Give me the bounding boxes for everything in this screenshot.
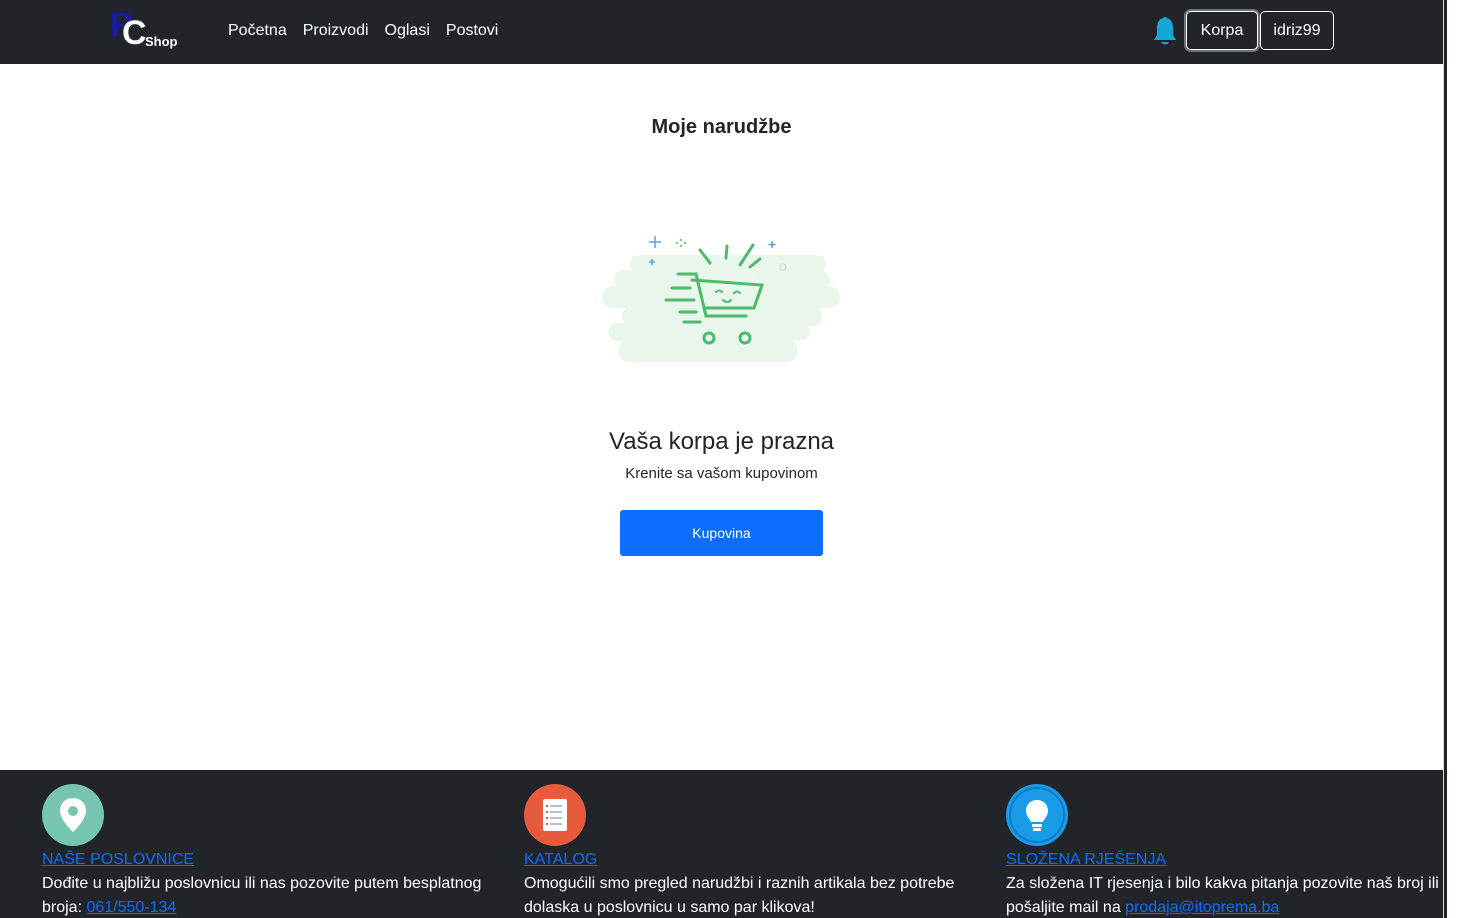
logo-letter-c: C (122, 14, 147, 52)
scrollbar-thumb[interactable] (1444, 0, 1447, 918)
footer-text-solutions: Za složena IT rjesenja i bilo kakva pita… (1006, 872, 1446, 918)
logo-shop-text: Shop (145, 34, 178, 49)
footer-heading-solutions[interactable]: SLOŽENA RJEŠENJA (1006, 850, 1446, 870)
sales-email-link[interactable]: prodaja@itoprema.ba (1125, 899, 1279, 916)
pc-shop-logo[interactable]: P C Shop (110, 6, 182, 52)
nav-link-postovi[interactable]: Postovi (446, 21, 498, 41)
nav-link-oglasi[interactable]: Oglasi (385, 21, 430, 41)
empty-cart-illustration (600, 228, 844, 370)
free-phone-link[interactable]: 061/550-134 (86, 899, 176, 916)
footer-text-stores: Dođite u najbližu poslovnicu ili nas poz… (42, 872, 482, 918)
footer-column-catalog: KATALOG Omogućili smo pregled narudžbi i… (524, 784, 964, 918)
empty-cart-title: Vaša korpa je prazna (608, 428, 835, 455)
shop-button[interactable]: Kupovina (620, 510, 823, 556)
lightbulb-icon (1006, 784, 1068, 846)
footer-column-stores: NAŠE POSLOVNICE Dođite u najbližu poslov… (42, 784, 482, 918)
main-nav: Početna Proizvodi Oglasi Postovi (228, 21, 498, 41)
top-navbar: P C Shop Početna Proizvodi Oglasi Postov… (0, 0, 1443, 64)
site-footer: NAŠE POSLOVNICE Dođite u najbližu poslov… (0, 770, 1443, 918)
nav-link-pocetna[interactable]: Početna (228, 21, 287, 41)
nav-link-proizvodi[interactable]: Proizvodi (303, 21, 369, 41)
footer-column-solutions: SLOŽENA RJEŠENJA Za složena IT rjesenja … (1006, 784, 1446, 918)
document-list-icon (524, 784, 586, 846)
empty-cart-subtitle: Krenite sa vašom kupovinom (625, 465, 818, 482)
footer-text-catalog: Omogućili smo pregled narudžbi i raznih … (524, 875, 955, 916)
user-menu-button[interactable]: idriz99 (1260, 11, 1334, 50)
bell-icon[interactable] (1152, 16, 1178, 48)
footer-heading-stores[interactable]: NAŠE POSLOVNICE (42, 850, 482, 870)
page-title: Moje narudžbe (651, 116, 792, 138)
footer-heading-catalog[interactable]: KATALOG (524, 850, 964, 870)
cart-button[interactable]: Korpa (1186, 11, 1258, 50)
location-pin-icon (42, 784, 104, 846)
